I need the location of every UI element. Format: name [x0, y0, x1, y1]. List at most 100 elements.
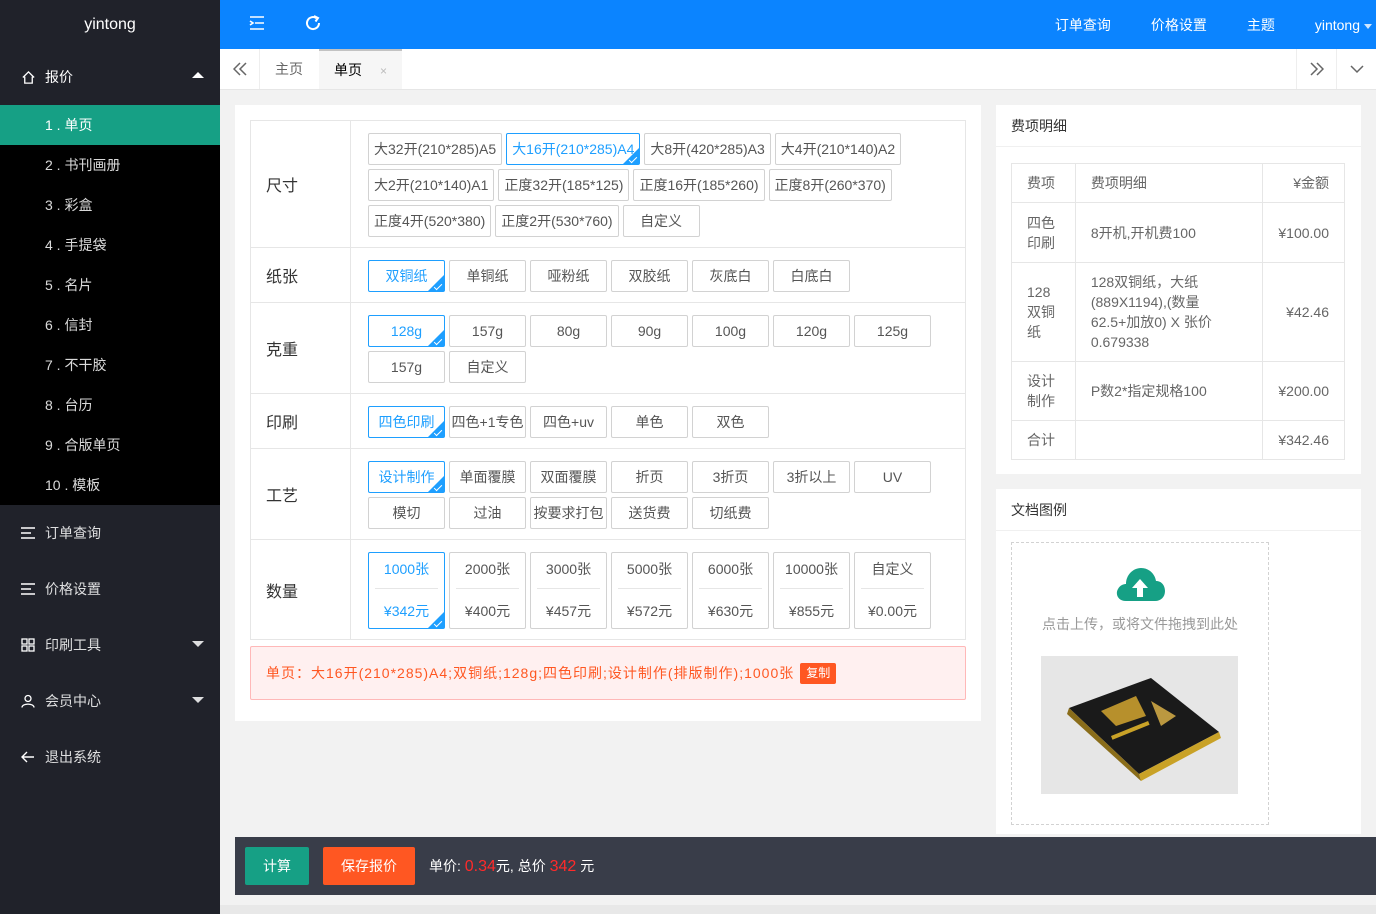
size-option[interactable]: 正度4开(520*380) [368, 204, 492, 237]
size-option[interactable]: 大2开(210*140)A1 [368, 168, 495, 201]
nav-print-tools[interactable]: 印刷工具 [0, 617, 220, 673]
size-option[interactable]: 正度32开(185*125) [498, 168, 630, 201]
nav-orders[interactable]: 订单查询 [0, 505, 220, 561]
sidebar-item-template[interactable]: 10 . 模板 [0, 465, 220, 505]
sidebar-item-brochure[interactable]: 2 . 书刊画册 [0, 145, 220, 185]
weight-option[interactable]: 100g [692, 314, 769, 347]
brochure-illustration [1041, 656, 1238, 794]
top-nav-orders[interactable]: 订单查询 [1035, 0, 1131, 49]
option-row-print: 印刷 四色印刷 四色+1专色 四色+uv 单色 双色 [250, 393, 966, 449]
tabs-next-button[interactable] [1296, 49, 1336, 89]
craft-option[interactable]: 折页 [611, 460, 688, 493]
print-option[interactable]: 四色+uv [530, 405, 607, 438]
size-option-custom[interactable]: 自定义 [622, 204, 700, 237]
quantity-option[interactable]: 5000张 ¥572元 [611, 551, 688, 629]
weight-option[interactable]: 80g [530, 314, 607, 347]
save-quote-button[interactable]: 保存报价 [323, 847, 415, 885]
craft-option[interactable]: 送货费 [611, 496, 688, 529]
craft-option[interactable]: 按要求打包 [530, 496, 607, 529]
nav-price-settings[interactable]: 价格设置 [0, 561, 220, 617]
sidebar-item-combined-single[interactable]: 9 . 合版单页 [0, 425, 220, 465]
size-option[interactable]: 正度2开(530*760) [495, 204, 619, 237]
chevron-down-icon [1349, 65, 1364, 74]
total-price-value: 342 [549, 858, 577, 875]
quantity-option-custom[interactable]: 自定义 ¥0.00元 [854, 551, 931, 629]
sidebar-item-envelope[interactable]: 6 . 信封 [0, 305, 220, 345]
quantity-price: ¥457元 [545, 602, 592, 619]
sidebar-item-sticker[interactable]: 7 . 不干胶 [0, 345, 220, 385]
quantity-option-selected[interactable]: 1000张 ¥342元 [368, 551, 445, 629]
craft-option-label: 设计制作 [378, 468, 435, 485]
paper-option[interactable]: 双胶纸 [611, 259, 688, 292]
option-row-weight: 克重 128g 157g 80g 90g 100g 120g 125g 157g… [250, 302, 966, 394]
tabs-dropdown-button[interactable] [1336, 49, 1376, 89]
size-option[interactable]: 大4开(210*140)A2 [774, 132, 902, 165]
sidebar-item-color-box[interactable]: 3 . 彩盒 [0, 185, 220, 225]
quantity-option[interactable]: 6000张 ¥630元 [692, 551, 769, 629]
size-option[interactable]: 大32开(210*285)A5 [368, 132, 503, 165]
craft-option[interactable]: 单面覆膜 [449, 460, 526, 493]
copy-button[interactable]: 复制 [800, 662, 837, 684]
top-nav-price[interactable]: 价格设置 [1131, 0, 1227, 49]
weight-option[interactable]: 125g [854, 314, 931, 347]
tabs-prev-button[interactable] [220, 49, 260, 89]
tab-bar: 主页 单页 × [220, 49, 1376, 90]
print-option[interactable]: 四色+1专色 [449, 405, 526, 438]
calculate-button[interactable]: 计算 [245, 847, 309, 885]
craft-option[interactable]: 3折以上 [773, 460, 850, 493]
size-option-selected[interactable]: 大16开(210*285)A4 [506, 132, 641, 165]
weight-option[interactable]: 157g [449, 314, 526, 347]
weight-option-selected[interactable]: 128g [368, 314, 445, 347]
craft-option[interactable]: 模切 [368, 496, 445, 529]
print-option[interactable]: 双色 [692, 405, 769, 438]
top-nav-user[interactable]: yintong [1295, 0, 1376, 49]
weight-option[interactable]: 120g [773, 314, 850, 347]
fee-col-item: 费项 [1011, 163, 1076, 203]
craft-option-selected[interactable]: 设计制作 [368, 460, 445, 493]
option-row-paper: 纸张 双铜纸 单铜纸 哑粉纸 双胶纸 灰底白 白底白 [250, 247, 966, 303]
quantity-option[interactable]: 10000张 ¥855元 [773, 551, 850, 629]
top-nav-theme[interactable]: 主题 [1227, 0, 1295, 49]
sidebar-item-single-page[interactable]: 1 . 单页 [0, 105, 220, 145]
craft-option[interactable]: UV [854, 460, 931, 493]
weight-option[interactable]: 157g [368, 350, 445, 383]
size-option[interactable]: 正度8开(260*370) [768, 168, 892, 201]
size-option[interactable]: 大8开(420*285)A3 [644, 132, 771, 165]
weight-option[interactable]: 90g [611, 314, 688, 347]
check-icon [433, 427, 443, 436]
craft-option[interactable]: 切纸费 [692, 496, 769, 529]
close-icon[interactable]: × [380, 64, 387, 78]
double-right-icon [1309, 62, 1324, 76]
sidebar-item-calendar[interactable]: 8 . 台历 [0, 385, 220, 425]
paper-option[interactable]: 哑粉纸 [530, 259, 607, 292]
menu-fold-icon[interactable] [248, 14, 268, 34]
quantity-option[interactable]: 2000张 ¥400元 [449, 551, 526, 629]
craft-option[interactable]: 过油 [449, 496, 526, 529]
fee-detail: 128双铜纸，大纸(889X1194),(数量62.5+加放0) X 张价0.6… [1074, 262, 1264, 362]
quantity-value: 2000张 [464, 560, 511, 577]
craft-option[interactable]: 双面覆膜 [530, 460, 607, 493]
print-option[interactable]: 单色 [611, 405, 688, 438]
paper-option[interactable]: 白底白 [773, 259, 850, 292]
paper-option-selected[interactable]: 双铜纸 [368, 259, 445, 292]
tab-home[interactable]: 主页 [260, 49, 319, 89]
size-option[interactable]: 正度16开(185*260) [633, 168, 765, 201]
username: yintong [1314, 17, 1360, 33]
upload-dropzone[interactable]: 点击上传，或将文件拖拽到此处 [1011, 542, 1269, 825]
nav-logout[interactable]: 退出系统 [0, 729, 220, 785]
quantity-value: 3000张 [545, 560, 592, 577]
nav-member[interactable]: 会员中心 [0, 673, 220, 729]
weight-option-custom[interactable]: 自定义 [449, 350, 526, 383]
quantity-option[interactable]: 3000张 ¥457元 [530, 551, 607, 629]
sidebar-item-handbag[interactable]: 4 . 手提袋 [0, 225, 220, 265]
tab-single-page[interactable]: 单页 × [319, 49, 403, 89]
nav-quote[interactable]: 报价 [0, 49, 220, 105]
table-row-total: 合计 ¥342.46 [1011, 420, 1345, 460]
refresh-icon[interactable] [304, 14, 324, 34]
paper-option[interactable]: 灰底白 [692, 259, 769, 292]
print-option-selected[interactable]: 四色印刷 [368, 405, 445, 438]
fee-col-amount: ¥金额 [1262, 163, 1345, 203]
craft-option[interactable]: 3折页 [692, 460, 769, 493]
sidebar-item-business-card[interactable]: 5 . 名片 [0, 265, 220, 305]
paper-option[interactable]: 单铜纸 [449, 259, 526, 292]
